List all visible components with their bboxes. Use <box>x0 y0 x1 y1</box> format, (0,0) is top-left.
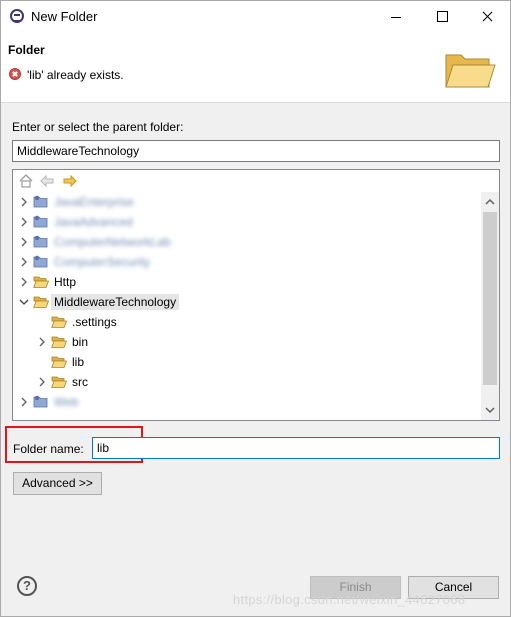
watermark-text: https://blog.csdn.net/weixin_44627068 <box>233 592 466 607</box>
forward-arrow-icon[interactable] <box>63 174 77 188</box>
tree-row[interactable]: ComputerNetworkLab <box>13 232 481 252</box>
chevron-right-icon[interactable] <box>18 275 30 289</box>
folder-banner-icon <box>445 54 496 88</box>
chevron-right-icon[interactable] <box>18 195 30 209</box>
help-icon[interactable]: ? <box>17 576 37 596</box>
error-icon <box>9 68 21 80</box>
tree-row[interactable]: MiddlewareTechnology <box>13 292 481 312</box>
scroll-thumb[interactable] <box>483 212 497 385</box>
tree-row[interactable]: src <box>13 372 481 392</box>
back-arrow-icon[interactable] <box>40 174 54 188</box>
chevron-right-icon[interactable] <box>18 255 30 269</box>
vertical-scrollbar[interactable] <box>481 192 499 420</box>
project-icon <box>33 194 49 210</box>
tree-row-label: JavaAdvanced <box>54 215 133 229</box>
tree-toolbar <box>13 170 499 192</box>
folder-icon <box>51 334 68 350</box>
project-icon <box>33 234 49 250</box>
project-icon <box>33 214 49 230</box>
tree-rows: JavaEnterprise JavaAdvanced ComputerNetwor… <box>13 192 481 420</box>
folder-name-label: Folder name: <box>13 442 84 456</box>
chevron-down-icon[interactable] <box>18 295 30 309</box>
tree-row-label: MiddlewareTechnology <box>51 294 180 310</box>
parent-folder-label: Enter or select the parent folder: <box>12 120 184 134</box>
scroll-up-icon[interactable] <box>481 194 499 210</box>
tree-row-label: ComputerNetworkLab <box>54 235 171 249</box>
tree-row[interactable]: bin <box>13 332 481 352</box>
project-icon <box>33 394 49 410</box>
advanced-button[interactable]: Advanced >> <box>13 472 102 495</box>
tree-row-label: lib <box>72 355 85 369</box>
folder-tree: JavaEnterprise JavaAdvanced ComputerNetwor… <box>12 169 500 421</box>
tree-row[interactable]: Web <box>13 392 481 412</box>
tree-row[interactable]: JavaAdvanced <box>13 212 481 232</box>
chevron-right-icon[interactable] <box>18 215 30 229</box>
tree-row-label: Http <box>54 275 77 289</box>
chevron-right-icon[interactable] <box>36 335 48 349</box>
tree-row[interactable]: .settings <box>13 312 481 332</box>
chevron-right-icon[interactable] <box>18 235 30 249</box>
error-message: 'lib' already exists. <box>27 68 124 82</box>
folder-icon <box>51 354 68 370</box>
folder-icon <box>51 314 68 330</box>
eclipse-icon <box>10 9 24 23</box>
project-folder-open-icon <box>33 294 50 310</box>
folder-name-input[interactable] <box>92 437 500 459</box>
scroll-down-icon[interactable] <box>481 402 499 418</box>
project-folder-icon <box>33 274 50 290</box>
project-icon <box>33 254 49 270</box>
tree-row-label: src <box>72 375 88 389</box>
maximize-button[interactable] <box>419 1 465 33</box>
new-folder-dialog: New Folder Folder 'lib' already exists. … <box>0 0 511 617</box>
tree-row-label: JavaEnterprise <box>54 195 135 209</box>
minimize-button[interactable] <box>373 1 419 33</box>
home-icon[interactable] <box>19 174 33 188</box>
tree-row-label: bin <box>72 335 89 349</box>
tree-row-label: ComputerSecurity <box>54 255 151 269</box>
parent-folder-input[interactable] <box>12 140 500 162</box>
header-title: Folder <box>8 43 45 57</box>
tree-row[interactable]: JavaEnterprise <box>13 192 481 212</box>
tree-row[interactable]: Http <box>13 272 481 292</box>
chevron-right-icon[interactable] <box>18 395 30 409</box>
tree-row[interactable]: ComputerSecurity <box>13 252 481 272</box>
title-bar: New Folder <box>1 1 510 33</box>
tree-row[interactable]: lib <box>13 352 481 372</box>
window-title: New Folder <box>31 9 98 24</box>
tree-row-label: .settings <box>72 315 117 329</box>
tree-row-label: Web <box>54 395 79 409</box>
close-button[interactable] <box>464 1 510 33</box>
chevron-right-icon[interactable] <box>36 375 48 389</box>
folder-icon <box>51 374 68 390</box>
wizard-header: Folder 'lib' already exists. <box>1 33 510 103</box>
